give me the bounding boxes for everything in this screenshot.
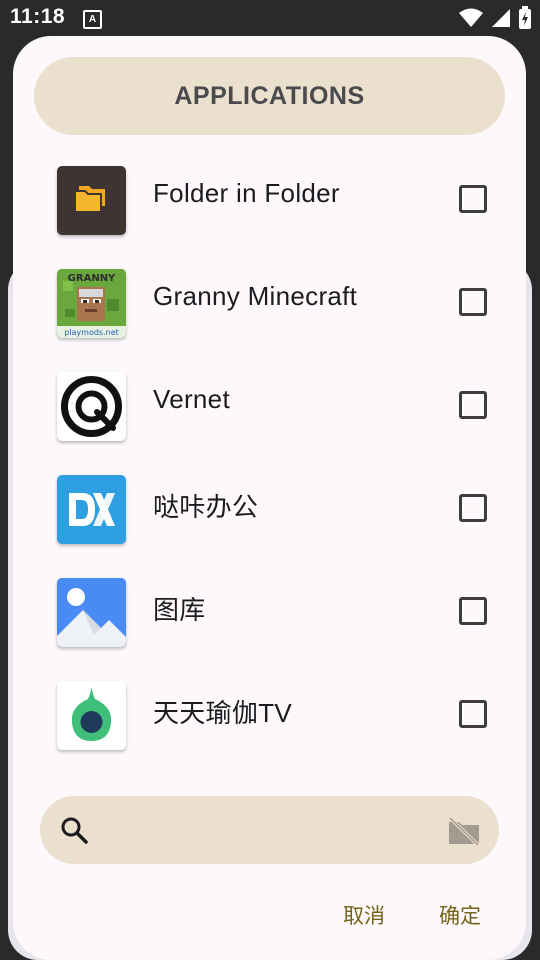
app-label: 哒咔办公 — [153, 492, 259, 522]
app-checkbox[interactable] — [459, 391, 487, 419]
cancel-button[interactable]: 取消 — [343, 900, 385, 930]
app-label: Folder in Folder — [153, 178, 340, 208]
app-row-folder-in-folder[interactable]: Folder in Folder — [13, 156, 526, 259]
app-label: Vernet — [153, 384, 230, 414]
folder-off-icon[interactable] — [447, 816, 481, 846]
app-checkbox[interactable] — [459, 597, 487, 625]
app-label: 天天瑜伽TV — [153, 698, 293, 728]
search-bar[interactable] — [40, 796, 499, 864]
dk-office-app-icon — [57, 475, 126, 544]
app-row-yoga-tv[interactable]: 天天瑜伽TV — [13, 671, 526, 774]
app-row-granny-minecraft[interactable]: GRANNY playmods.net Granny Minecraft — [13, 259, 526, 362]
app-row-gallery[interactable]: 图库 — [13, 568, 526, 671]
yoga-tv-app-icon — [57, 681, 126, 750]
app-checkbox[interactable] — [459, 288, 487, 316]
app-label: 图库 — [153, 595, 206, 625]
gallery-app-icon — [57, 578, 126, 647]
granny-minecraft-app-icon: GRANNY playmods.net — [57, 269, 126, 338]
search-icon[interactable] — [60, 816, 88, 844]
dialog-title: APPLICATIONS — [34, 57, 505, 135]
status-bar: 11:18 A — [0, 0, 540, 36]
app-checkbox[interactable] — [459, 185, 487, 213]
wifi-icon — [459, 8, 483, 27]
granny-caption-bottom: playmods.net — [64, 328, 119, 337]
vernet-app-icon — [57, 372, 126, 441]
folder-app-icon — [57, 166, 126, 235]
granny-caption-top: GRANNY — [68, 273, 116, 284]
search-input[interactable] — [102, 810, 436, 852]
battery-charging-icon — [519, 6, 531, 29]
app-checkbox[interactable] — [459, 494, 487, 522]
applications-dialog: APPLICATIONS Folder in Folder GRANNY pla… — [13, 36, 526, 960]
status-icons — [458, 6, 532, 30]
app-label: Granny Minecraft — [153, 281, 358, 311]
confirm-button[interactable]: 确定 — [439, 900, 481, 930]
status-time: 11:18 — [10, 5, 66, 28]
notification-badge: A — [83, 10, 102, 29]
app-checkbox[interactable] — [459, 700, 487, 728]
app-row-vernet[interactable]: Vernet — [13, 362, 526, 465]
signal-icon — [492, 9, 510, 27]
dialog-actions: 取消 确定 — [13, 900, 526, 940]
app-row-dk-office[interactable]: 哒咔办公 — [13, 465, 526, 568]
